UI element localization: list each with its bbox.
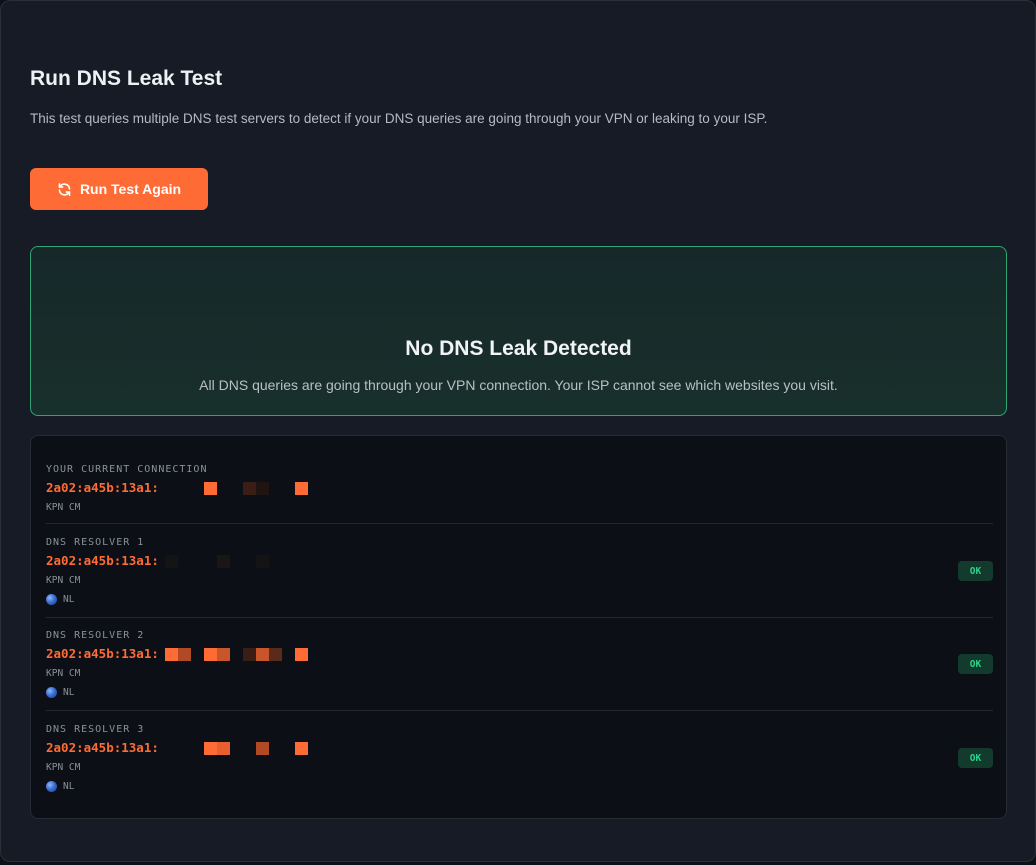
globe-icon [46, 781, 57, 792]
divider [46, 710, 993, 711]
resolver-ip: 2a02:a45b:13a1: [46, 553, 159, 568]
result-title: No DNS Leak Detected [405, 337, 632, 360]
connection-details: YOUR CURRENT CONNECTION 2a02:a45b:13a1: … [30, 435, 1007, 819]
dns-leak-panel: Run DNS Leak Test This test queries mult… [0, 0, 1036, 862]
page-title: Run DNS Leak Test [30, 67, 223, 90]
refresh-icon [57, 182, 72, 197]
resolver-label: DNS RESOLVER 1 [46, 537, 145, 548]
resolver-isp: KPN CM [46, 575, 81, 586]
resolver-country: NL [46, 687, 74, 698]
result-message: All DNS queries are going through your V… [199, 377, 838, 393]
resolver-isp: KPN CM [46, 668, 81, 679]
current-connection-label: YOUR CURRENT CONNECTION [46, 464, 208, 475]
page-description: This test queries multiple DNS test serv… [30, 111, 768, 126]
resolver-isp: KPN CM [46, 762, 81, 773]
result-banner: No DNS Leak Detected All DNS queries are… [30, 246, 1007, 416]
current-connection-isp: KPN CM [46, 502, 81, 513]
run-test-again-button[interactable]: Run Test Again [30, 168, 208, 210]
globe-icon [46, 687, 57, 698]
resolver-country: NL [46, 781, 74, 792]
status-badge: OK [958, 561, 993, 581]
status-badge: OK [958, 654, 993, 674]
resolver-label: DNS RESOLVER 3 [46, 724, 145, 735]
resolver-label: DNS RESOLVER 2 [46, 630, 145, 641]
resolver-country: NL [46, 594, 74, 605]
current-connection-ip: 2a02:a45b:13a1: [46, 480, 159, 495]
resolver-ip: 2a02:a45b:13a1: [46, 740, 159, 755]
divider [46, 523, 993, 524]
resolver-ip: 2a02:a45b:13a1: [46, 646, 159, 661]
globe-icon [46, 594, 57, 605]
divider [46, 617, 993, 618]
run-test-again-label: Run Test Again [79, 181, 182, 197]
status-badge: OK [958, 748, 993, 768]
